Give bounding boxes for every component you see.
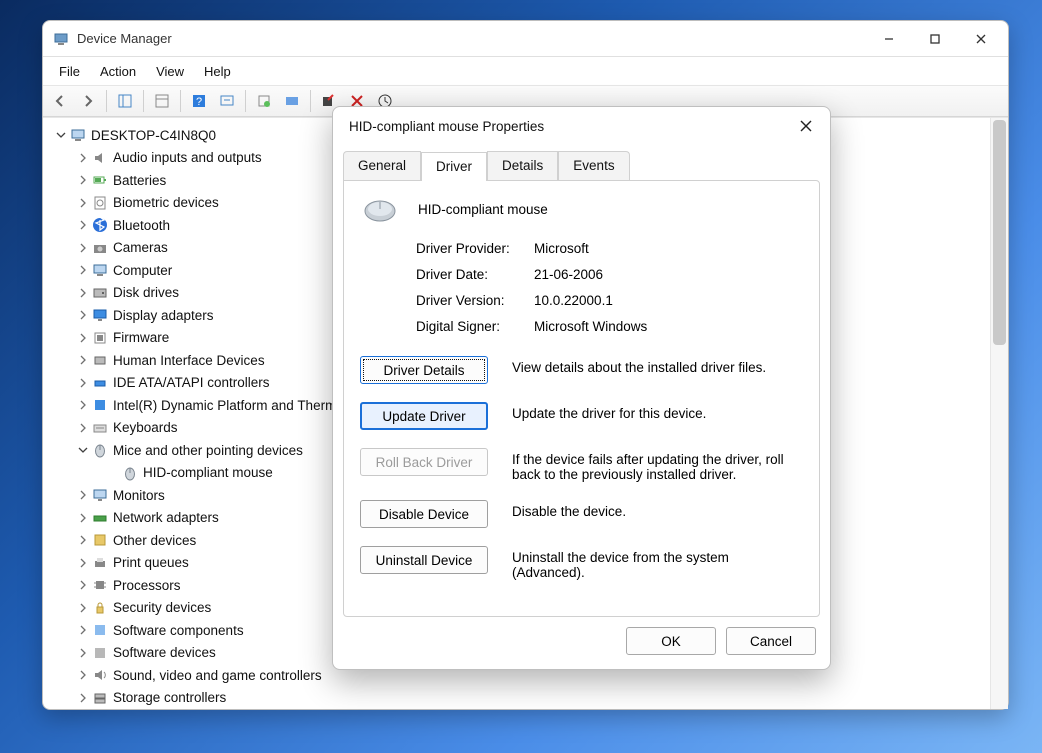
- properties-dialog: HID-compliant mouse Properties General D…: [332, 106, 831, 670]
- toolbar-separator: [310, 90, 311, 112]
- cancel-button[interactable]: Cancel: [726, 627, 816, 655]
- dialog-close-button[interactable]: [792, 112, 820, 140]
- date-label: Driver Date:: [416, 267, 534, 282]
- menu-file[interactable]: File: [49, 61, 90, 82]
- update-driver-button[interactable]: Update Driver: [360, 402, 488, 430]
- signer-label: Digital Signer:: [416, 319, 534, 334]
- toolbar-separator: [180, 90, 181, 112]
- properties-button[interactable]: [149, 88, 175, 114]
- tab-strip: General Driver Details Events: [343, 151, 820, 180]
- tab-general[interactable]: General: [343, 151, 421, 180]
- tab-driver[interactable]: Driver: [421, 152, 487, 181]
- toolbar-separator: [106, 90, 107, 112]
- uninstall-device-button[interactable]: Uninstall Device: [360, 546, 488, 574]
- forward-button[interactable]: [75, 88, 101, 114]
- svg-text:?: ?: [196, 96, 202, 108]
- roll-back-driver-button: Roll Back Driver: [360, 448, 488, 476]
- driver-info-grid: Driver Provider: Microsoft Driver Date: …: [416, 241, 803, 334]
- dialog-titlebar: HID-compliant mouse Properties: [333, 107, 830, 145]
- scan-hardware-button[interactable]: [214, 88, 240, 114]
- date-value: 21-06-2006: [534, 267, 803, 282]
- toolbar-separator: [143, 90, 144, 112]
- mouse-icon: [360, 195, 400, 223]
- show-hide-tree-button[interactable]: [112, 88, 138, 114]
- close-button[interactable]: [958, 24, 1004, 54]
- update-driver-button[interactable]: [251, 88, 277, 114]
- update-driver-desc: Update the driver for this device.: [512, 402, 803, 421]
- tab-events[interactable]: Events: [558, 151, 629, 180]
- app-icon: [53, 31, 69, 47]
- roll-back-driver-desc: If the device fails after updating the d…: [512, 448, 803, 482]
- menubar: File Action View Help: [43, 57, 1008, 85]
- disable-device-button[interactable]: Disable Device: [360, 500, 488, 528]
- driver-details-desc: View details about the installed driver …: [512, 356, 803, 375]
- help-button[interactable]: ?: [186, 88, 212, 114]
- maximize-button[interactable]: [912, 24, 958, 54]
- titlebar: Device Manager: [43, 21, 1008, 57]
- menu-view[interactable]: View: [146, 61, 194, 82]
- tree-node[interactable]: Storage controllers: [47, 687, 990, 710]
- scrollbar-thumb[interactable]: [993, 120, 1006, 345]
- dialog-title: HID-compliant mouse Properties: [349, 119, 544, 134]
- tab-details[interactable]: Details: [487, 151, 558, 180]
- device-name: HID-compliant mouse: [418, 202, 548, 217]
- menu-action[interactable]: Action: [90, 61, 146, 82]
- provider-value: Microsoft: [534, 241, 803, 256]
- menu-help[interactable]: Help: [194, 61, 241, 82]
- version-label: Driver Version:: [416, 293, 534, 308]
- signer-value: Microsoft Windows: [534, 319, 803, 334]
- window-title: Device Manager: [77, 31, 172, 46]
- disable-device-desc: Disable the device.: [512, 500, 803, 519]
- ok-button[interactable]: OK: [626, 627, 716, 655]
- driver-details-button[interactable]: Driver Details: [360, 356, 488, 384]
- uninstall-device-desc: Uninstall the device from the system (Ad…: [512, 546, 803, 580]
- tab-body-driver: HID-compliant mouse Driver Provider: Mic…: [343, 180, 820, 617]
- minimize-button[interactable]: [866, 24, 912, 54]
- version-value: 10.0.22000.1: [534, 293, 803, 308]
- uninstall-button[interactable]: [279, 88, 305, 114]
- scrollbar[interactable]: [990, 118, 1008, 709]
- back-button[interactable]: [47, 88, 73, 114]
- toolbar-separator: [245, 90, 246, 112]
- provider-label: Driver Provider:: [416, 241, 534, 256]
